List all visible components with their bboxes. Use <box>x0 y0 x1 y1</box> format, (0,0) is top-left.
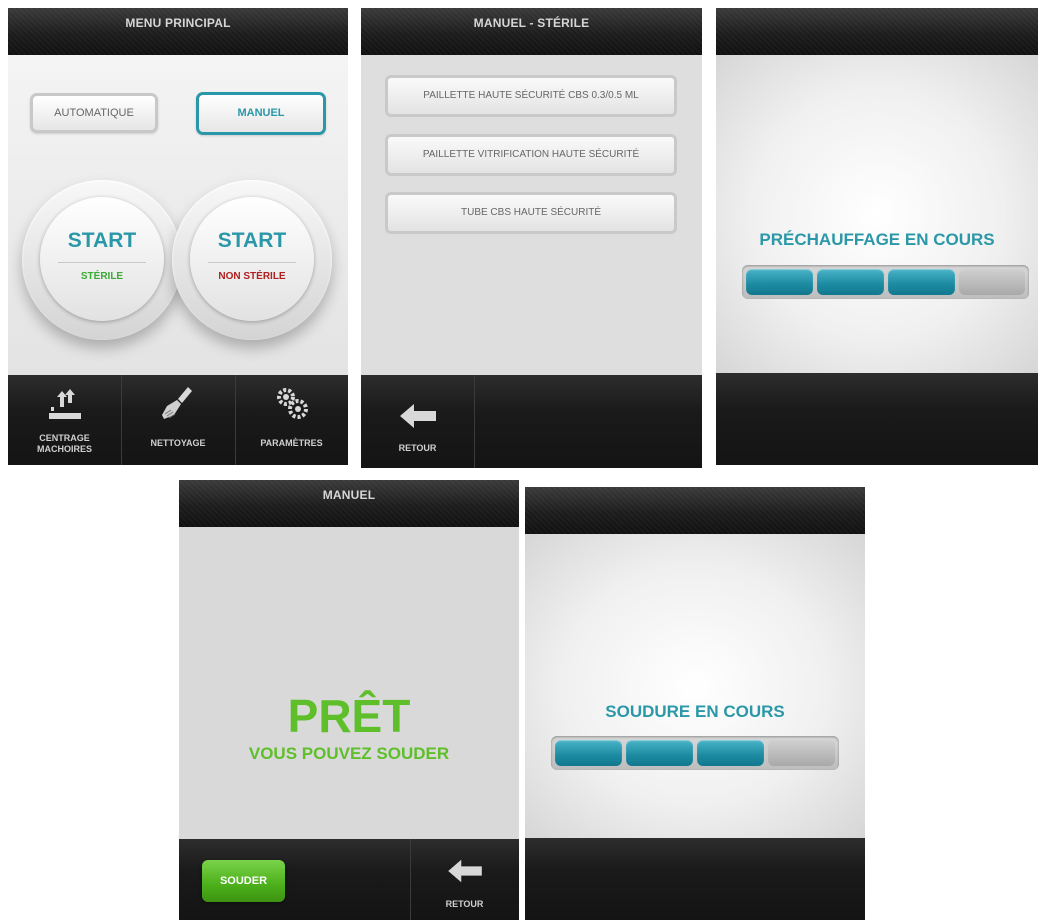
centering-label-line1: CENTRAGE <box>39 433 90 443</box>
manual-sterile-content: PAILLETTE HAUTE SÉCURITÉ CBS 0.3/0.5 ML … <box>361 55 702 375</box>
ready-title-bar: MANUEL <box>179 480 519 527</box>
progress-segment <box>817 269 884 295</box>
cleaning-label: NETTOYAGE <box>121 438 235 449</box>
ready-content: PRÊT VOUS POUVEZ SOUDER <box>179 527 519 839</box>
gears-icon <box>276 388 308 419</box>
tube-cbs-label: TUBE CBS HAUTE SÉCURITÉ <box>460 207 602 218</box>
back-label-text: RETOUR <box>398 443 437 453</box>
tube-cbs-button[interactable]: TUBE CBS HAUTE SÉCURITÉ <box>385 192 677 234</box>
centering-jaws-button[interactable]: CENTRAGE MACHOIRES <box>8 375 122 465</box>
screen-main-menu: MENU PRINCIPAL AUTOMATIQUE MANUEL START … <box>8 8 348 465</box>
welding-bottom-bar <box>525 838 865 920</box>
preheating-content: PRÉCHAUFFAGE EN COURS <box>716 55 1038 373</box>
centering-label-line2: MACHOIRES <box>36 444 92 454</box>
manual-mode-button[interactable]: MANUEL <box>196 92 326 135</box>
screen-welding: SOUDURE EN COURS <box>525 487 865 920</box>
start-nonsterile-divider <box>208 262 296 263</box>
welding-progress-bar <box>551 736 839 770</box>
start-nonsterile-button[interactable]: START NON STÉRILE <box>190 197 314 321</box>
automatic-mode-button[interactable]: AUTOMATIQUE <box>30 93 158 133</box>
cleaning-label-line1: NETTOYAGE <box>150 438 206 448</box>
welding-status: SOUDURE EN COURS <box>605 702 785 721</box>
brush-icon <box>162 387 192 419</box>
sterile-sublabel: STÉRILE <box>80 271 124 282</box>
manual-mode-label: MANUEL <box>237 107 285 119</box>
weld-button-label: SOUDER <box>219 875 268 887</box>
progress-segment <box>888 269 955 295</box>
ready-message: VOUS POUVEZ SOUDER <box>248 744 450 763</box>
straw-vitrification-button[interactable]: PAILLETTE VITRIFICATION HAUTE SÉCURITÉ <box>385 134 677 176</box>
preheating-title-bar <box>716 8 1038 55</box>
screen-ready: MANUEL PRÊT VOUS POUVEZ SOUDER SOUDER RE… <box>179 480 519 920</box>
screen-preheating: PRÉCHAUFFAGE EN COURS <box>716 8 1038 465</box>
screen-manual-sterile: MANUEL - STÉRILE PAILLETTE HAUTE SÉCURIT… <box>361 8 702 468</box>
ready-heading: PRÊT <box>287 690 411 742</box>
preheating-bottom-bar <box>716 373 1038 465</box>
progress-segment <box>555 740 622 766</box>
ready-bottom-bar: SOUDER RETOUR <box>179 839 519 920</box>
preheating-status: PRÉCHAUFFAGE EN COURS <box>759 230 995 249</box>
welding-title-bar <box>525 487 865 534</box>
ready-back-button[interactable]: RETOUR <box>410 839 519 920</box>
main-menu-bottom-bar: CENTRAGE MACHOIRES NETTOYAGE PARAMÈTRES <box>8 375 348 465</box>
ready-back-label-text: RETOUR <box>445 899 484 909</box>
manual-sterile-title-bar: MANUEL - STÉRILE <box>361 8 702 55</box>
start-sterile-label: START <box>67 229 137 252</box>
back-arrow-icon <box>399 404 436 428</box>
welding-content: SOUDURE EN COURS <box>525 534 865 838</box>
straw-vitrification-label: PAILLETTE VITRIFICATION HAUTE SÉCURITÉ <box>422 149 640 160</box>
back-label: RETOUR <box>361 443 474 454</box>
straw-cbs-button[interactable]: PAILLETTE HAUTE SÉCURITÉ CBS 0.3/0.5 ML <box>385 75 677 117</box>
ready-back-label: RETOUR <box>410 899 519 910</box>
ready-title: MANUEL <box>322 488 376 502</box>
progress-segment-empty <box>959 269 1025 295</box>
start-sterile-button[interactable]: START STÉRILE <box>40 197 164 321</box>
manual-sterile-bottom-bar: RETOUR <box>361 375 702 468</box>
straw-cbs-label: PAILLETTE HAUTE SÉCURITÉ CBS 0.3/0.5 ML <box>423 90 639 101</box>
centering-icon <box>48 389 81 419</box>
weld-button[interactable]: SOUDER <box>202 860 285 902</box>
automatic-mode-label: AUTOMATIQUE <box>54 107 134 119</box>
progress-segment-empty <box>768 740 835 766</box>
manual-sterile-title: MANUEL - STÉRILE <box>473 16 590 30</box>
ready-bottom-left: SOUDER <box>179 839 411 920</box>
progress-segment <box>697 740 764 766</box>
main-menu-content: AUTOMATIQUE MANUEL START STÉRILE START N… <box>8 55 348 375</box>
back-arrow-icon <box>447 859 482 883</box>
back-button[interactable]: RETOUR <box>361 375 475 468</box>
progress-segment <box>746 269 813 295</box>
settings-label-line1: PARAMÈTRES <box>260 438 323 448</box>
progress-segment <box>626 740 693 766</box>
start-nonsterile-label: START <box>217 229 287 252</box>
preheating-progress-bar <box>742 265 1029 299</box>
settings-button[interactable]: PARAMÈTRES <box>235 375 348 465</box>
nonsterile-sublabel: NON STÉRILE <box>218 271 286 282</box>
centering-label: CENTRAGE MACHOIRES <box>8 433 121 455</box>
settings-label: PARAMÈTRES <box>235 438 348 449</box>
cleaning-button[interactable]: NETTOYAGE <box>121 375 236 465</box>
start-sterile-divider <box>58 262 146 263</box>
main-menu-title-bar: MENU PRINCIPAL <box>8 8 348 55</box>
main-menu-title: MENU PRINCIPAL <box>125 16 231 30</box>
